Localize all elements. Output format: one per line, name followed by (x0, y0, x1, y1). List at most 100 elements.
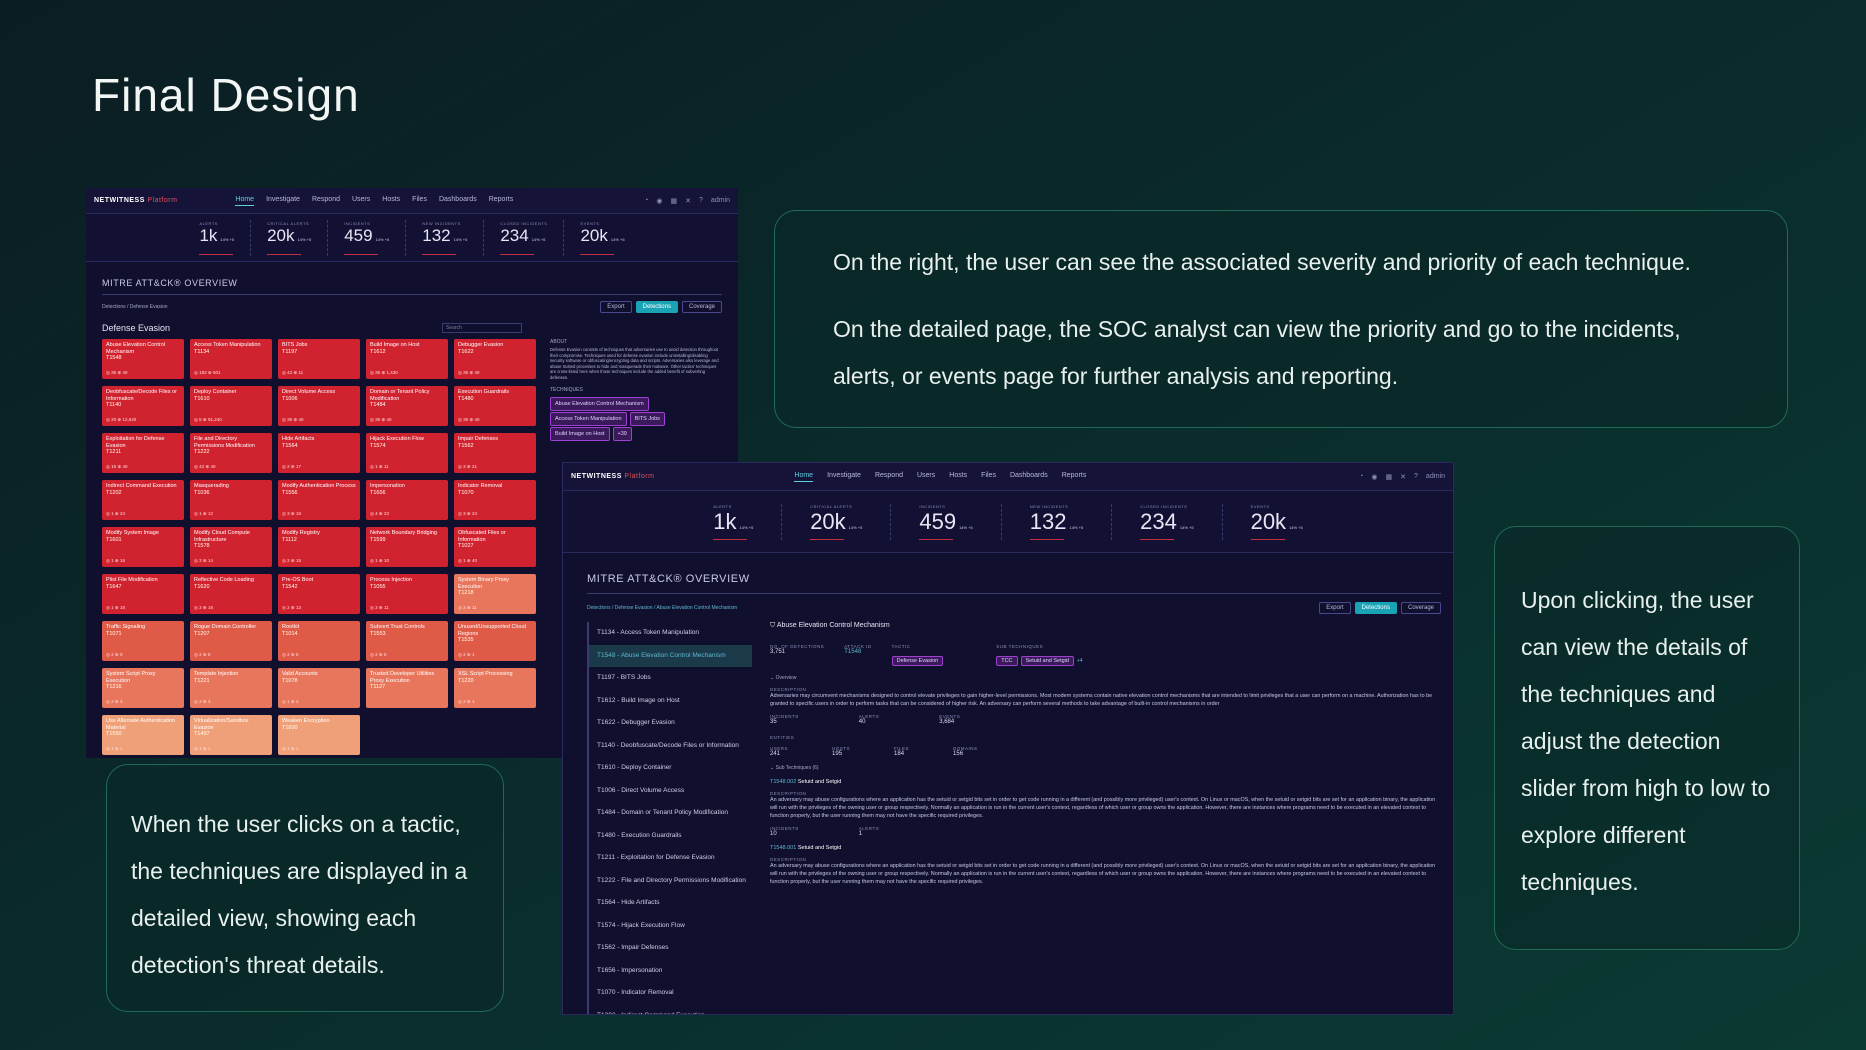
technique-cell[interactable]: Network Boundary Bridging T1599 ◎ 1 ⊕ 10 (366, 527, 448, 567)
stat-new-incidents[interactable]: NEW INCIDENTS 132 14% +5 (1002, 503, 1113, 540)
nav-reports[interactable]: Reports (489, 196, 514, 206)
technique-cell[interactable]: Pre-OS Boot T1542 ◎ 2 ⊕ 13 (278, 574, 360, 614)
breadcrumb[interactable]: Detections / Defense Evasion (102, 304, 168, 310)
technique-tag[interactable]: Access Token Manipulation (550, 411, 627, 426)
stat-new-incidents[interactable]: NEW INCIDENTS 132 14% +5 (406, 219, 485, 256)
technique-cell[interactable]: Modify System Image T1601 ◎ 1 ⊕ 16 (102, 527, 184, 567)
technique-list-item[interactable]: T1548 - Abuse Elevation Control Mechanis… (589, 644, 752, 667)
search-input[interactable]: Search (442, 323, 522, 333)
technique-cell[interactable]: Virtualization/Sandbox Evasion T1497 ◎ 1 ⊕… (190, 715, 272, 755)
sub1-link[interactable]: T1548.002 (770, 779, 796, 785)
nav-investigate[interactable]: Investigate (266, 196, 300, 206)
technique-cell[interactable]: Indicator Removal T1070 ◎ 3 ⊕ 24 (454, 480, 536, 520)
stat-incidents[interactable]: INCIDENTS 459 14% +5 (891, 503, 1002, 540)
technique-list-item[interactable]: T1197 - BITS Jobs (589, 667, 752, 690)
technique-cell[interactable]: Direct Volume Access T1006 ◎ 35 ⊕ 40 (278, 386, 360, 426)
technique-tag[interactable]: +39 (612, 426, 632, 441)
technique-cell[interactable]: Masquerading T1036 ◎ 1 ⊕ 12 (190, 480, 272, 520)
stat-events[interactable]: EVENTS 20k 14% +5 (1223, 504, 1331, 540)
nav-hosts[interactable]: Hosts (949, 472, 967, 482)
technique-tag[interactable]: Abuse Elevation Control Mechanism (550, 396, 649, 411)
stat-critical-alerts[interactable]: CRITICAL ALERTS 20k 14% +5 (251, 219, 329, 256)
technique-cell[interactable]: File and Directory Permissions Modificat… (190, 433, 272, 473)
nav-respond[interactable]: Respond (312, 196, 340, 206)
technique-cell[interactable]: Deploy Container T1610 ◎ 5 ⊕ 91,240 (190, 386, 272, 426)
technique-cell[interactable]: Exploitation for Defense Evasion T1211 ◎ 1… (102, 433, 184, 473)
technique-cell[interactable]: Rootkit T1014 ◎ 2 ⊕ 5 (278, 621, 360, 661)
technique-cell[interactable]: Rogue Domain Controller T1207 ◎ 2 ⊕ 8 (190, 621, 272, 661)
coverage-toggle[interactable]: Coverage (681, 301, 722, 313)
nav-files[interactable]: Files (981, 472, 996, 482)
sub-techniques-toggle[interactable]: ⌄ Sub Techniques (6) (770, 765, 1441, 771)
stat-alerts[interactable]: ALERTS 1k 14% +5 (685, 503, 783, 540)
technique-list-item[interactable]: T1610 - Deploy Container (589, 757, 752, 780)
technique-cell[interactable]: Traffic Signaling T1071 ◎ 2 ⊕ 9 (102, 621, 184, 661)
technique-tag[interactable]: BITS Jobs (629, 411, 665, 426)
technique-list-item[interactable]: T1480 - Execution Guardrails (589, 825, 752, 848)
technique-cell[interactable]: Plist File Modification T1647 ◎ 1 ⊕ 18 (102, 574, 184, 614)
technique-cell[interactable]: Process Injection T1055 ◎ 3 ⊕ 11 (366, 574, 448, 614)
technique-cell[interactable]: Modify Cloud Compute Infrastructure T1578… (190, 527, 272, 567)
stat-incidents[interactable]: INCIDENTS 459 14% +5 (328, 219, 407, 256)
stat-closed-incidents[interactable]: CLOSED INCIDENTS 234 14% +5 (1112, 503, 1223, 540)
coverage-toggle[interactable]: Coverage (1400, 602, 1441, 614)
grid-icon[interactable]: ▦ (671, 197, 678, 205)
technique-cell[interactable]: Valid Accounts T1078 ◎ 1 ⊕ 2 (278, 668, 360, 708)
technique-list-item[interactable]: T1612 - Build Image on Host (589, 690, 752, 713)
nav-investigate[interactable]: Investigate (827, 472, 861, 482)
technique-cell[interactable]: Impair Defenses T1562 ◎ 3 ⊕ 21 (454, 433, 536, 473)
technique-cell[interactable]: Reflective Code Loading T1620 ◎ 3 ⊕ 16 (190, 574, 272, 614)
tactic-tag[interactable]: Defense Evasion (891, 656, 944, 666)
technique-cell[interactable]: Use Alternate Authentication Material T15… (102, 715, 184, 755)
detections-toggle[interactable]: Detections (635, 301, 678, 313)
sub2-link[interactable]: T1548.001 (770, 845, 796, 851)
technique-list-item[interactable]: T1622 - Debugger Evasion (589, 712, 752, 735)
help-icon[interactable]: ? (699, 197, 703, 205)
stat-events[interactable]: EVENTS 20k 14% +5 (564, 220, 640, 256)
detections-toggle[interactable]: Detections (1354, 602, 1397, 614)
technique-cell[interactable]: Modify Registry T1112 ◎ 2 ⊕ 15 (278, 527, 360, 567)
tools-icon[interactable]: ✕ (685, 197, 691, 205)
notification-icon[interactable]: ◔ (644, 197, 648, 205)
technique-cell[interactable]: Modify Authentication Process T1556 ◎ 3 ⊕ … (278, 480, 360, 520)
grid-icon[interactable]: ▦ (1386, 473, 1393, 481)
technique-cell[interactable]: Access Token Manipulation T1134 ◎ 183 ⊕ 50… (190, 339, 272, 379)
technique-cell[interactable]: Indirect Command Execution T1202 ◎ 1 ⊕ 24 (102, 480, 184, 520)
notification-icon[interactable]: ◔ (1359, 473, 1363, 481)
nav-home[interactable]: Home (235, 196, 255, 206)
technique-cell[interactable]: System Binary Proxy Execution T1218 ◎ 3 ⊕ … (454, 574, 536, 614)
technique-cell[interactable]: Template Injection T1221 ◎ 2 ⊕ 3 (190, 668, 272, 708)
export-button[interactable]: Export (1319, 602, 1351, 614)
technique-cell[interactable]: Debugger Evasion T1622 ◎ 35 ⊕ 40 (454, 339, 536, 379)
technique-cell[interactable]: Hijack Execution Flow T1574 ◎ 1 ⊕ 11 (366, 433, 448, 473)
technique-cell[interactable]: System Script Proxy Execution T1216 ◎ 2 ⊕ … (102, 668, 184, 708)
nav-home[interactable]: Home (794, 472, 814, 482)
technique-cell[interactable]: Domain or Tenant Policy Modification T148… (366, 386, 448, 426)
overview-toggle[interactable]: ⌄ Overview (770, 675, 1441, 681)
stat-closed-incidents[interactable]: CLOSED INCIDENTS 234 14% +5 (484, 219, 565, 256)
nav-users[interactable]: Users (352, 196, 370, 206)
nav-users[interactable]: Users (917, 472, 935, 482)
sub-technique-tag[interactable]: TCC (996, 656, 1018, 666)
stat-critical-alerts[interactable]: CRITICAL ALERTS 20k 14% +5 (782, 503, 892, 540)
user-menu[interactable]: admin (711, 197, 730, 205)
technique-cell[interactable]: Execution Guardrails T1480 ◎ 35 ⊕ 40 (454, 386, 536, 426)
export-button[interactable]: Export (600, 301, 632, 313)
technique-cell[interactable]: Obfuscated Files or Information T1027 ◎ 1 … (454, 527, 536, 567)
technique-cell[interactable]: Weaken Encryption T1600 ◎ 1 ⊕ 1 (278, 715, 360, 755)
stat-alerts[interactable]: ALERTS 1k 14% +5 (183, 219, 252, 256)
nav-files[interactable]: Files (412, 196, 427, 206)
technique-list-item[interactable]: T1140 - Deobfuscate/Decode Files or Info… (589, 735, 752, 758)
breadcrumb[interactable]: Detections / Defense Evasion / Abuse Ele… (587, 605, 737, 611)
technique-list-item[interactable]: T1656 - Impersonation (589, 960, 752, 983)
nav-dashboards[interactable]: Dashboards (439, 196, 477, 206)
technique-cell[interactable]: Impersonation T1656 ◎ 4 ⊕ 22 (366, 480, 448, 520)
technique-cell[interactable]: Build Image on Host T1612 ◎ 35 ⊕ 1,430 (366, 339, 448, 379)
technique-cell[interactable]: Subvert Trust Controls T1553 ◎ 2 ⊕ 6 (366, 621, 448, 661)
sub-technique-tag[interactable]: Setuid and Setgid (1020, 656, 1074, 666)
technique-tag[interactable]: Build Image on Host (550, 426, 610, 441)
alert-icon[interactable]: ◉ (656, 197, 662, 205)
technique-cell[interactable]: XSL Script Processing T1220 ◎ 2 ⊕ 1 (454, 668, 536, 708)
nav-dashboards[interactable]: Dashboards (1010, 472, 1048, 482)
technique-list-item[interactable]: T1564 - Hide Artifacts (589, 892, 752, 915)
